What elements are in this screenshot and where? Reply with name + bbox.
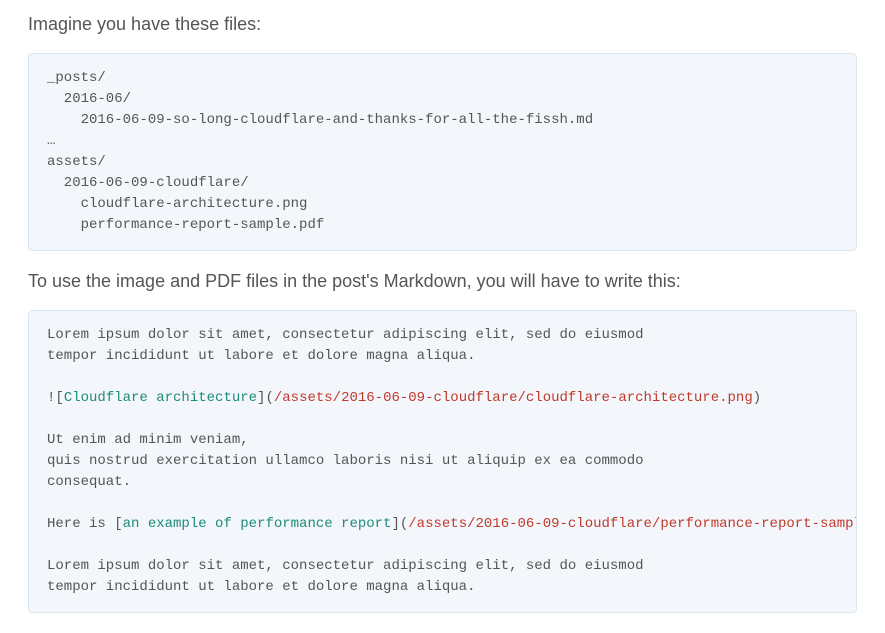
code-text: Lorem ipsum dolor sit amet, consectetur …: [47, 327, 644, 364]
link-syntax-mid: ](: [391, 516, 408, 532]
intro-paragraph-2: To use the image and PDF files in the po…: [28, 271, 857, 292]
link-syntax-prefix: Here is [: [47, 516, 123, 532]
code-text: Lorem ipsum dolor sit amet, consectetur …: [47, 558, 644, 595]
code-text: Ut enim ad minim veniam, quis nostrud ex…: [47, 432, 644, 490]
image-url: /assets/2016-06-09-cloudflare/cloudflare…: [274, 390, 753, 406]
image-syntax-suffix: ): [753, 390, 761, 406]
file-tree-code-block: _posts/ 2016-06/ 2016-06-09-so-long-clou…: [28, 53, 857, 251]
image-syntax-mid: ](: [257, 390, 274, 406]
image-alt-text: Cloudflare architecture: [64, 390, 257, 406]
intro-paragraph-1: Imagine you have these files:: [28, 14, 857, 35]
image-syntax-prefix: ![: [47, 390, 64, 406]
markdown-example-code-block[interactable]: Lorem ipsum dolor sit amet, consectetur …: [28, 310, 857, 613]
link-text: an example of performance report: [123, 516, 392, 532]
link-url: /assets/2016-06-09-cloudflare/performanc…: [408, 516, 857, 532]
